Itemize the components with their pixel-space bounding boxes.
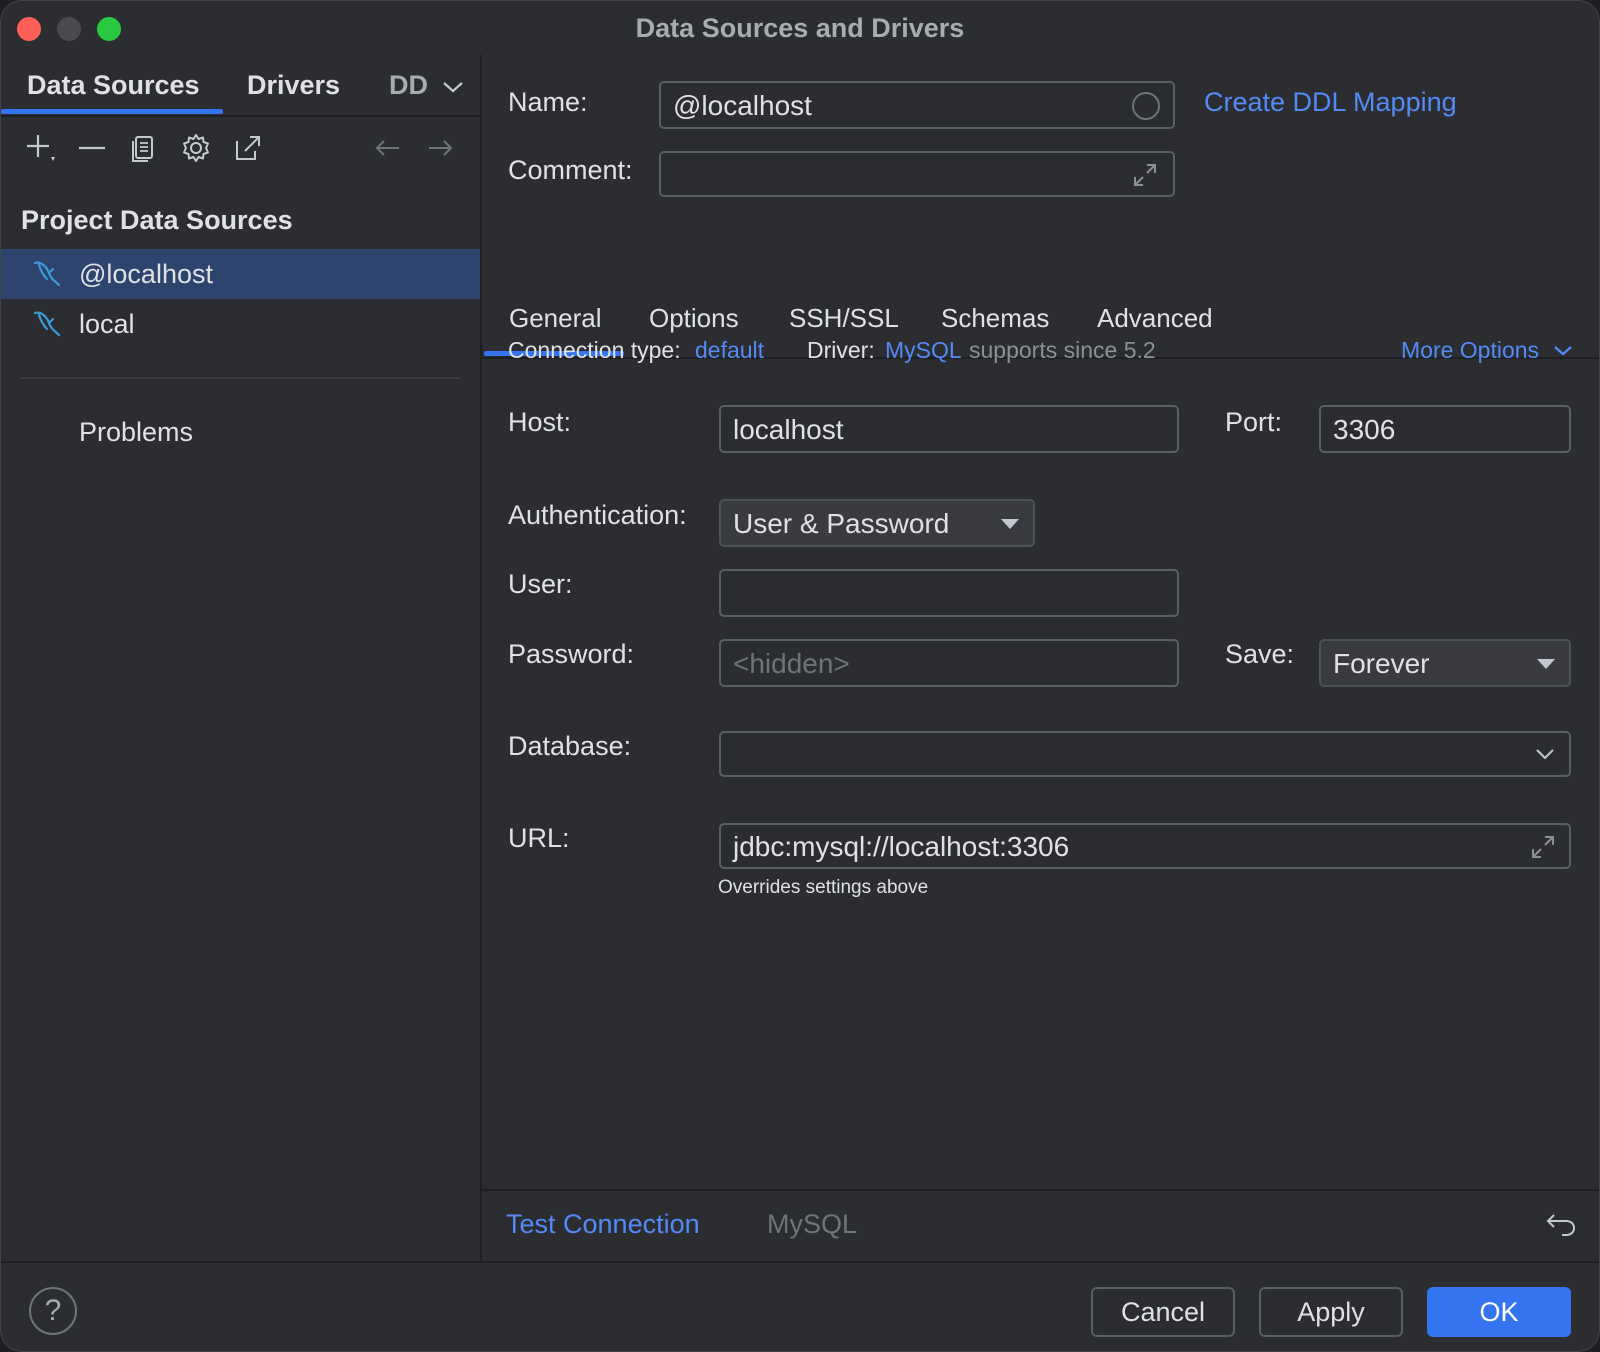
url-value: jdbc:mysql://localhost:3306 xyxy=(733,831,1070,862)
authentication-value: User & Password xyxy=(733,508,950,539)
host-field[interactable]: localhost xyxy=(719,405,1179,453)
tab-ddl[interactable]: DD xyxy=(389,70,428,101)
user-label: User: xyxy=(508,569,573,599)
dialog-footer: ? Cancel Apply OK xyxy=(1,1261,1599,1351)
window-title: Data Sources and Drivers xyxy=(635,13,965,43)
data-source-label: @localhost xyxy=(79,259,213,289)
open-external-icon[interactable] xyxy=(231,131,265,165)
comment-field[interactable] xyxy=(659,151,1175,197)
chevron-down-icon[interactable] xyxy=(441,77,465,97)
connection-type-link[interactable]: default xyxy=(695,337,764,364)
user-field[interactable] xyxy=(719,569,1179,617)
problems-item[interactable]: Problems xyxy=(79,417,193,448)
remove-icon[interactable] xyxy=(75,131,109,165)
color-circle-icon[interactable] xyxy=(1131,91,1161,121)
dropdown-arrow-icon xyxy=(1001,519,1019,529)
url-hint: Overrides settings above xyxy=(718,877,929,898)
tab-ssh-ssl[interactable]: SSH/SSL xyxy=(789,303,899,334)
tab-advanced[interactable]: Advanced xyxy=(1097,303,1213,334)
tab-general[interactable]: General xyxy=(509,303,602,334)
divider xyxy=(21,377,461,379)
tab-options[interactable]: Options xyxy=(649,303,739,334)
gear-icon[interactable] xyxy=(179,131,213,165)
host-label: Host: xyxy=(508,407,572,437)
mysql-icon xyxy=(33,261,61,287)
connection-actions-bar: Test Connection MySQL xyxy=(482,1189,1599,1261)
copy-icon[interactable] xyxy=(127,131,161,165)
port-field[interactable]: 3306 xyxy=(1319,405,1571,453)
ok-button[interactable]: OK xyxy=(1427,1287,1571,1337)
database-combobox[interactable] xyxy=(719,731,1571,777)
name-field[interactable]: @localhost xyxy=(659,81,1175,129)
mysql-icon xyxy=(33,311,61,337)
left-tab-bar: Data Sources Drivers DD xyxy=(1,55,480,117)
help-button[interactable]: ? xyxy=(29,1287,77,1335)
test-connection-link[interactable]: Test Connection xyxy=(506,1209,700,1240)
forward-arrow-icon[interactable] xyxy=(423,131,457,165)
tab-data-sources[interactable]: Data Sources xyxy=(27,70,200,101)
connection-type-label: Connection type: xyxy=(508,337,681,363)
dropdown-arrow-icon xyxy=(1537,659,1555,669)
driver-link[interactable]: MySQL xyxy=(885,337,962,364)
password-field[interactable]: <hidden> xyxy=(719,639,1179,687)
comment-label: Comment: xyxy=(508,155,633,185)
driver-name-label: MySQL xyxy=(767,1209,858,1239)
chevron-down-icon[interactable] xyxy=(1552,341,1574,361)
port-label: Port: xyxy=(1225,407,1283,437)
tab-schemas[interactable]: Schemas xyxy=(941,303,1049,334)
project-data-sources-heading: Project Data Sources xyxy=(21,205,293,235)
revert-icon[interactable] xyxy=(1544,1209,1578,1241)
port-value: 3306 xyxy=(1333,414,1396,445)
driver-label: Driver: xyxy=(807,337,875,363)
expand-icon[interactable] xyxy=(1131,161,1159,189)
tab-drivers[interactable]: Drivers xyxy=(247,70,340,101)
apply-button[interactable]: Apply xyxy=(1259,1287,1403,1337)
data-source-label: local xyxy=(79,309,135,339)
driver-note: supports since 5.2 xyxy=(969,337,1156,363)
more-options-link[interactable]: More Options xyxy=(1401,337,1539,364)
host-value: localhost xyxy=(733,414,844,445)
save-label: Save: xyxy=(1225,639,1295,669)
chevron-down-icon[interactable] xyxy=(1533,743,1557,765)
create-ddl-mapping-link[interactable]: Create DDL Mapping xyxy=(1204,87,1457,118)
name-label: Name: xyxy=(508,87,588,117)
data-source-item[interactable]: @localhost xyxy=(1,249,480,299)
authentication-dropdown[interactable]: User & Password xyxy=(719,499,1035,547)
authentication-label: Authentication: xyxy=(508,500,687,530)
database-label: Database: xyxy=(508,731,632,761)
left-toolbar xyxy=(1,117,480,181)
add-icon[interactable] xyxy=(23,131,57,165)
cancel-button[interactable]: Cancel xyxy=(1091,1287,1235,1337)
name-value: @localhost xyxy=(673,90,812,121)
expand-icon[interactable] xyxy=(1529,833,1557,861)
password-label: Password: xyxy=(508,639,635,669)
save-dropdown[interactable]: Forever xyxy=(1319,639,1571,687)
title-bar: Data Sources and Drivers xyxy=(1,1,1599,55)
data-sources-dialog: Data Sources and Drivers Data Sources Dr… xyxy=(0,0,1600,1352)
save-value: Forever xyxy=(1333,648,1430,679)
left-panel: Data Sources Drivers DD Project Data Sou… xyxy=(1,55,482,1261)
password-placeholder: <hidden> xyxy=(733,648,850,679)
active-tab-indicator xyxy=(1,109,223,114)
data-source-item[interactable]: local xyxy=(1,299,480,349)
right-panel: Name: @localhost Create DDL Mapping Comm… xyxy=(482,55,1599,1261)
url-field[interactable]: jdbc:mysql://localhost:3306 xyxy=(719,823,1571,869)
url-label: URL: xyxy=(508,823,570,853)
back-arrow-icon[interactable] xyxy=(371,131,405,165)
